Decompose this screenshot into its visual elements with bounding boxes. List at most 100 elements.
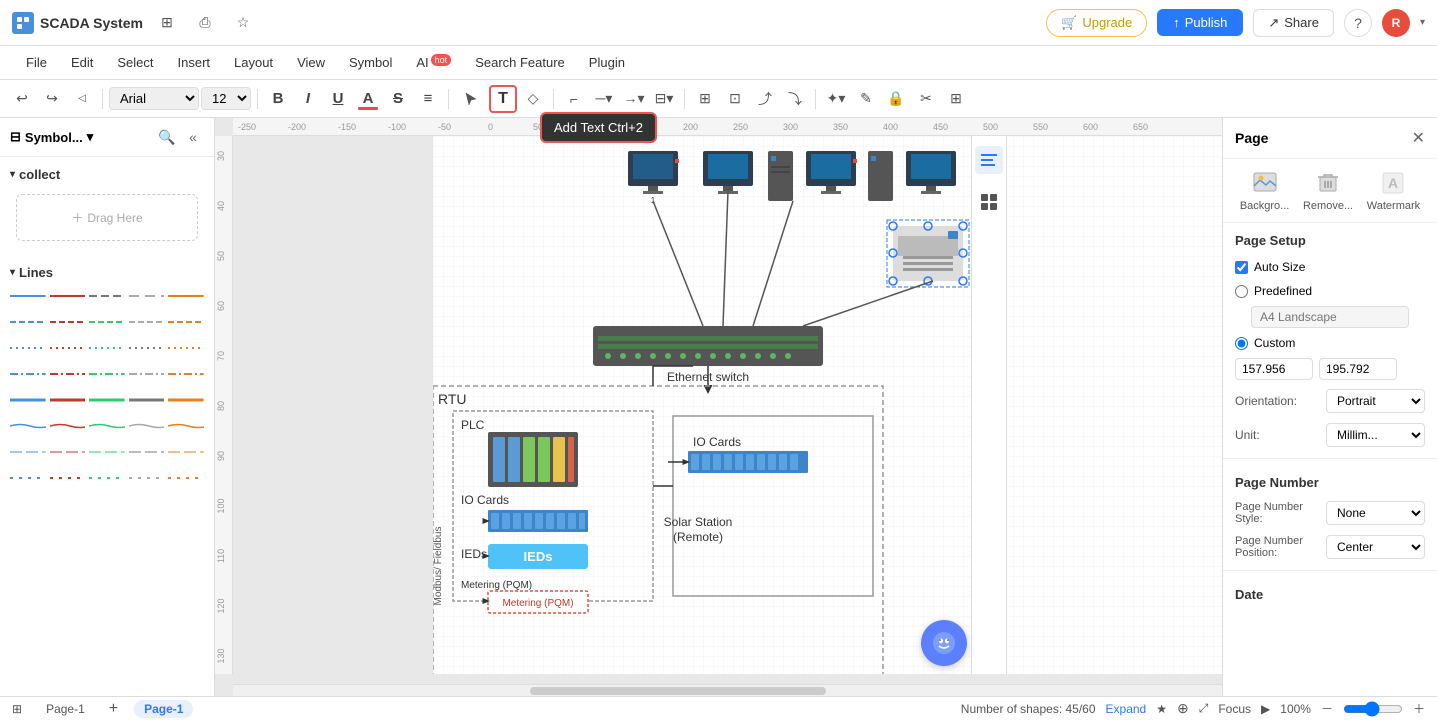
line-item[interactable] — [89, 365, 125, 383]
canvas-content[interactable]: 1 — [433, 136, 1222, 674]
edit-button[interactable]: ✎ — [852, 85, 880, 113]
bold-button[interactable]: B — [264, 85, 292, 113]
line-item[interactable] — [129, 469, 165, 487]
lock-button[interactable]: 🔒 — [882, 85, 910, 113]
redo-button[interactable]: ↪ — [38, 85, 66, 113]
line-item[interactable] — [89, 339, 125, 357]
underline-button[interactable]: U — [324, 85, 352, 113]
path-tool-button[interactable]: ⌐ — [560, 85, 588, 113]
line-item[interactable] — [50, 365, 86, 383]
line-item[interactable] — [129, 339, 165, 357]
line-item[interactable] — [129, 417, 165, 435]
line-item[interactable] — [168, 391, 204, 409]
sidebar-collapse-button[interactable]: « — [182, 126, 204, 148]
line-item[interactable] — [129, 443, 165, 461]
line-item[interactable] — [50, 313, 86, 331]
strikethrough-button[interactable]: S — [384, 85, 412, 113]
line-item[interactable] — [168, 443, 204, 461]
menu-insert[interactable]: Insert — [168, 51, 221, 74]
align-button[interactable]: ≡ — [414, 85, 442, 113]
publish-button[interactable]: ↑ Publish — [1157, 9, 1243, 36]
line-item[interactable] — [50, 443, 86, 461]
container-button[interactable]: ⊞ — [691, 85, 719, 113]
menu-plugin[interactable]: Plugin — [579, 51, 635, 74]
line-item[interactable] — [168, 313, 204, 331]
font-family-select[interactable]: Arial — [109, 87, 199, 110]
page-view-icon[interactable]: ⊞ — [12, 702, 22, 716]
line-item[interactable] — [50, 391, 86, 409]
group-button[interactable]: ⊡ — [721, 85, 749, 113]
predefined-radio[interactable] — [1235, 285, 1248, 298]
italic-button[interactable]: I — [294, 85, 322, 113]
page-height-input[interactable] — [1319, 358, 1397, 380]
user-avatar[interactable]: R — [1382, 9, 1410, 37]
menu-ai[interactable]: AIhot — [406, 51, 461, 74]
line-item[interactable] — [168, 365, 204, 383]
diamond-tool-button[interactable]: ◇ — [519, 85, 547, 113]
share-window-icon[interactable]: ⎙ — [191, 9, 219, 37]
line-item[interactable] — [10, 417, 46, 435]
expand-button[interactable]: Expand — [1106, 702, 1147, 716]
line-item[interactable] — [129, 287, 165, 305]
line-item[interactable] — [50, 339, 86, 357]
canvas-scroll-area[interactable]: 1 — [233, 136, 1222, 674]
line-item[interactable] — [10, 313, 46, 331]
scroll-thumb[interactable] — [530, 687, 827, 695]
prev-button[interactable]: ◁ — [68, 85, 96, 113]
sidebar-dropdown-icon[interactable]: ▾ — [87, 129, 94, 145]
focus-label[interactable]: Focus — [1218, 702, 1251, 716]
sidebar-search-button[interactable]: 🔍 — [156, 126, 178, 148]
line-item[interactable] — [168, 469, 204, 487]
menu-search-feature[interactable]: Search Feature — [465, 51, 575, 74]
star-icon-status[interactable]: ★ — [1156, 702, 1167, 716]
select-tool-button[interactable] — [455, 85, 487, 113]
line-item[interactable] — [10, 339, 46, 357]
watermark-button[interactable]: A Watermark — [1367, 169, 1420, 212]
line-item[interactable] — [129, 365, 165, 383]
line-item[interactable] — [168, 417, 204, 435]
canvas-area[interactable]: -250-200-150 -100-500 50100150 200250300… — [215, 118, 1222, 696]
line-item[interactable] — [168, 339, 204, 357]
predefined-value-input[interactable] — [1251, 306, 1409, 328]
arrow-button[interactable]: →▾ — [620, 85, 648, 113]
menu-edit[interactable]: Edit — [61, 51, 103, 74]
line-item[interactable] — [129, 313, 165, 331]
line-item[interactable] — [10, 287, 46, 305]
page-width-input[interactable] — [1235, 358, 1313, 380]
auto-size-checkbox[interactable] — [1235, 261, 1248, 274]
collect-section-title[interactable]: ▾ collect — [10, 163, 204, 186]
page-number-position-select[interactable]: Center Left Right — [1326, 535, 1425, 559]
undo-button[interactable]: ↩ — [8, 85, 36, 113]
help-button[interactable]: ? — [1344, 9, 1372, 37]
bring-forward-button[interactable]: ⤴ — [751, 85, 779, 113]
zoom-slider[interactable] — [1343, 701, 1403, 717]
share-button[interactable]: ↗ Share — [1253, 9, 1334, 37]
add-page-button[interactable]: + — [109, 700, 118, 718]
scissors-button[interactable]: ✂ — [912, 85, 940, 113]
lines-section-title[interactable]: ▾ Lines — [10, 261, 204, 284]
drag-here-area[interactable]: ＋ Drag Here — [16, 194, 198, 241]
properties-panel-icon[interactable] — [975, 146, 1003, 174]
line-item[interactable] — [89, 443, 125, 461]
menu-file[interactable]: File — [16, 51, 57, 74]
line-item[interactable] — [50, 469, 86, 487]
zoom-out-icon[interactable]: － — [1321, 700, 1333, 717]
layers-icon[interactable]: ⊕ — [1177, 700, 1189, 717]
line-item[interactable] — [10, 469, 46, 487]
line-item[interactable] — [89, 287, 125, 305]
font-size-select[interactable]: 12 — [201, 87, 251, 110]
line-style-button[interactable]: ─▾ — [590, 85, 618, 113]
upgrade-button[interactable]: 🛒 Upgrade — [1046, 9, 1147, 37]
custom-radio[interactable] — [1235, 337, 1248, 350]
play-icon[interactable]: ▶ — [1261, 702, 1270, 716]
zoom-in-icon[interactable]: ＋ — [1413, 700, 1425, 717]
table-button[interactable]: ⊞ — [942, 85, 970, 113]
page-number-style-select[interactable]: None 1, 2, 3 — [1326, 501, 1425, 525]
line-item[interactable] — [89, 391, 125, 409]
horizontal-scrollbar[interactable] — [233, 684, 1222, 696]
window-icon[interactable]: ⊞ — [153, 9, 181, 37]
remove-button[interactable]: Remove... — [1303, 169, 1353, 212]
menu-layout[interactable]: Layout — [224, 51, 283, 74]
menu-symbol[interactable]: Symbol — [339, 51, 402, 74]
line-item[interactable] — [10, 443, 46, 461]
